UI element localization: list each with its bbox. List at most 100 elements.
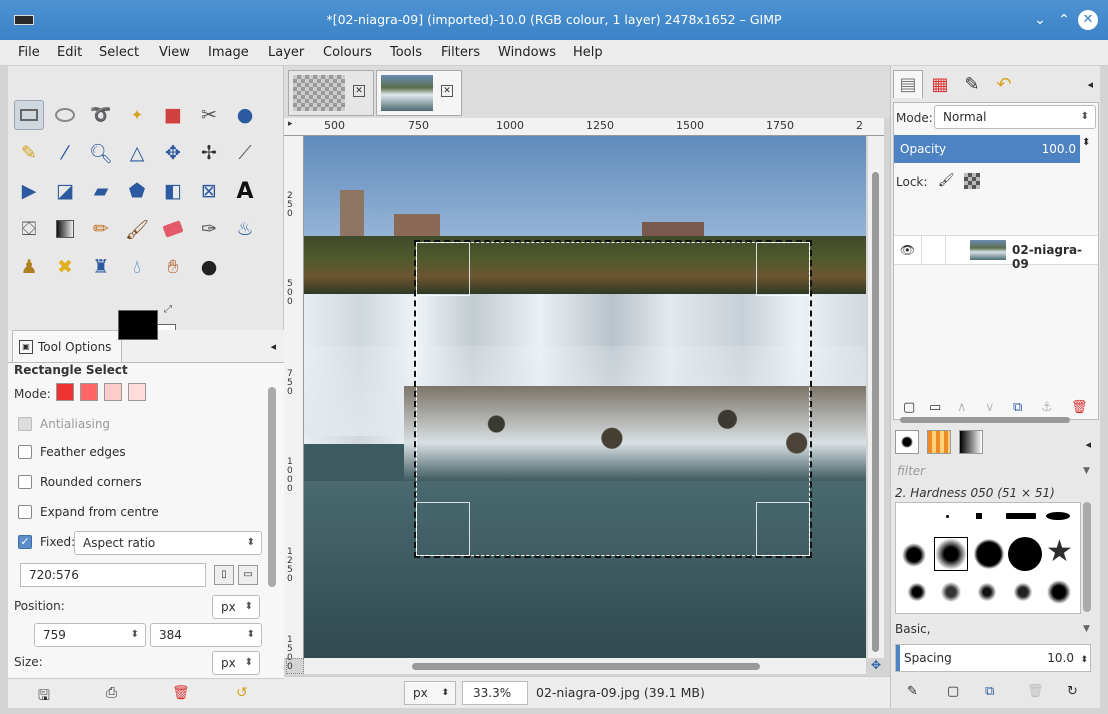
flip-icon[interactable]: ◧ bbox=[158, 176, 188, 206]
image-tab-2[interactable]: ✕ bbox=[376, 70, 462, 116]
scroll-thumb[interactable] bbox=[872, 172, 879, 652]
position-x-input[interactable]: 759 ⬍ bbox=[34, 623, 146, 647]
rotate-icon[interactable]: ▶ bbox=[14, 176, 44, 206]
paths-icon[interactable]: ✎ bbox=[14, 138, 44, 168]
gradients-tab-icon[interactable] bbox=[959, 430, 983, 454]
lock-pixels-icon[interactable]: 🖌︎ bbox=[938, 173, 955, 188]
mode-intersect-button[interactable] bbox=[128, 383, 146, 401]
brush-item[interactable] bbox=[976, 581, 998, 603]
edit-brush-icon[interactable]: ✎ bbox=[907, 684, 918, 699]
brush-item[interactable] bbox=[940, 581, 962, 603]
filter-dropdown-icon[interactable]: ▼ bbox=[1083, 466, 1090, 476]
dodge-burn-icon[interactable]: ● bbox=[194, 252, 224, 282]
new-brush-icon[interactable]: ▢ bbox=[947, 684, 959, 699]
clone-icon[interactable]: ♟ bbox=[14, 252, 44, 282]
brush-item[interactable] bbox=[1046, 579, 1072, 605]
ellipse-select-icon[interactable] bbox=[50, 100, 80, 130]
duplicate-brush-icon[interactable]: ⧉ bbox=[985, 684, 994, 699]
undo-history-tab-icon[interactable]: ↶ bbox=[989, 70, 1019, 98]
paths-tab-icon[interactable]: ✎ bbox=[957, 70, 987, 98]
rounded-corners-checkbox[interactable]: Rounded corners bbox=[18, 475, 142, 489]
paintbrush-icon[interactable]: 🖌︎ bbox=[122, 214, 152, 244]
panel-menu-icon[interactable]: ◂ bbox=[270, 340, 276, 353]
opacity-slider[interactable]: Opacity 100.0 bbox=[894, 135, 1080, 163]
perspective-icon[interactable]: ⬟ bbox=[122, 176, 152, 206]
position-unit-select[interactable]: px ⬍ bbox=[212, 595, 260, 619]
brush-item[interactable] bbox=[1006, 513, 1036, 519]
delete-brush-icon[interactable]: 🗑︎ bbox=[1027, 684, 1044, 699]
scroll-thumb[interactable] bbox=[412, 663, 760, 670]
selection-handle[interactable] bbox=[756, 242, 810, 296]
anchor-layer-icon[interactable]: ⚓︎ bbox=[1041, 400, 1053, 415]
menu-file[interactable]: File bbox=[18, 45, 40, 60]
patterns-tab-icon[interactable] bbox=[927, 430, 951, 454]
size-unit-select[interactable]: px ⬍ bbox=[212, 651, 260, 675]
menu-windows[interactable]: Windows bbox=[498, 45, 556, 60]
brush-item[interactable] bbox=[1046, 512, 1070, 520]
brush-grid-scrollbar[interactable] bbox=[1083, 502, 1091, 612]
menu-edit[interactable]: Edit bbox=[57, 45, 82, 60]
position-y-input[interactable]: 384 ⬍ bbox=[150, 623, 262, 647]
canvas-vertical-scrollbar[interactable] bbox=[868, 136, 884, 658]
menu-view[interactable]: View bbox=[159, 45, 190, 60]
feather-edges-checkbox[interactable]: Feather edges bbox=[18, 445, 126, 459]
brush-item-selected[interactable] bbox=[934, 537, 968, 571]
portrait-icon[interactable]: ▯ bbox=[214, 565, 234, 585]
landscape-icon[interactable]: ▭ bbox=[238, 565, 258, 585]
quick-mask-toggle[interactable] bbox=[286, 658, 304, 674]
brush-item[interactable] bbox=[1012, 581, 1034, 603]
zoom-icon[interactable]: 🔍︎ bbox=[86, 138, 116, 168]
cage-transform-icon[interactable]: ⊠ bbox=[194, 176, 224, 206]
fixed-mode-select[interactable]: Aspect ratio ⬍ bbox=[74, 531, 262, 555]
text-icon[interactable]: A bbox=[230, 176, 260, 206]
scissors-select-icon[interactable]: ✂ bbox=[194, 100, 224, 130]
raise-layer-icon[interactable]: ∧ bbox=[957, 400, 967, 415]
eye-icon[interactable]: 👁︎ bbox=[894, 236, 922, 264]
scale-icon[interactable]: ◪ bbox=[50, 176, 80, 206]
reset-options-icon[interactable]: ↺ bbox=[236, 685, 248, 701]
perspective-clone-icon[interactable]: ♜ bbox=[86, 252, 116, 282]
new-layer-icon[interactable]: ▢ bbox=[903, 400, 915, 415]
smudge-icon[interactable]: ✋︎ bbox=[158, 252, 188, 282]
menu-select[interactable]: Select bbox=[99, 45, 139, 60]
blur-icon[interactable]: 💧︎ bbox=[122, 252, 152, 282]
chain-toggle[interactable] bbox=[922, 236, 946, 264]
selection-handle[interactable] bbox=[756, 502, 810, 556]
expand-from-centre-checkbox[interactable]: Expand from centre bbox=[18, 505, 159, 519]
panel-menu-icon[interactable]: ◂ bbox=[1085, 438, 1091, 451]
brush-item[interactable] bbox=[1008, 537, 1042, 571]
mode-replace-button[interactable] bbox=[56, 383, 74, 401]
lower-layer-icon[interactable]: ∨ bbox=[985, 400, 995, 415]
menu-tools[interactable]: Tools bbox=[390, 45, 422, 60]
brush-item[interactable] bbox=[976, 513, 982, 519]
save-options-icon[interactable]: 🖫︎ bbox=[38, 685, 50, 709]
layer-mode-select[interactable]: Normal ⬍ bbox=[934, 105, 1096, 129]
airbrush-icon[interactable]: ✑ bbox=[194, 214, 224, 244]
selection-handle[interactable] bbox=[416, 502, 470, 556]
brush-item[interactable]: ★ bbox=[1046, 535, 1073, 569]
pencil-icon[interactable]: ✏ bbox=[86, 214, 116, 244]
foreground-select-icon[interactable]: ● bbox=[230, 100, 260, 130]
aspect-ratio-input[interactable]: 720:576 bbox=[20, 563, 206, 587]
delete-options-icon[interactable]: 🗑︎ bbox=[172, 685, 190, 701]
eraser-icon[interactable] bbox=[158, 214, 188, 244]
spacing-slider[interactable]: Spacing 10.0 ⬍ bbox=[895, 644, 1091, 672]
shear-icon[interactable]: ▰ bbox=[86, 176, 116, 206]
new-layer-group-icon[interactable]: ▭ bbox=[929, 400, 941, 415]
lock-alpha-icon[interactable] bbox=[964, 173, 980, 189]
rect-select-icon[interactable] bbox=[14, 100, 44, 130]
layers-tab-icon[interactable]: ▤ bbox=[893, 70, 923, 98]
brush-filter-input[interactable]: filter bbox=[897, 464, 925, 478]
menu-help[interactable]: Help bbox=[573, 45, 603, 60]
brushes-tab-icon[interactable] bbox=[895, 430, 919, 454]
antialiasing-checkbox[interactable]: Antialiasing bbox=[18, 417, 110, 431]
align-icon[interactable]: ✢ bbox=[194, 138, 224, 168]
brush-item[interactable] bbox=[906, 581, 928, 603]
selection-handle[interactable] bbox=[416, 242, 470, 296]
opacity-spin-icon[interactable]: ⬍ bbox=[1082, 137, 1090, 148]
color-select-icon[interactable]: ■ bbox=[158, 100, 188, 130]
restore-options-icon[interactable]: ⎙ bbox=[106, 685, 117, 701]
duplicate-layer-icon[interactable]: ⧉ bbox=[1013, 400, 1022, 415]
ink-icon[interactable]: ♨ bbox=[230, 214, 260, 244]
channels-tab-icon[interactable]: ▦ bbox=[925, 70, 955, 98]
